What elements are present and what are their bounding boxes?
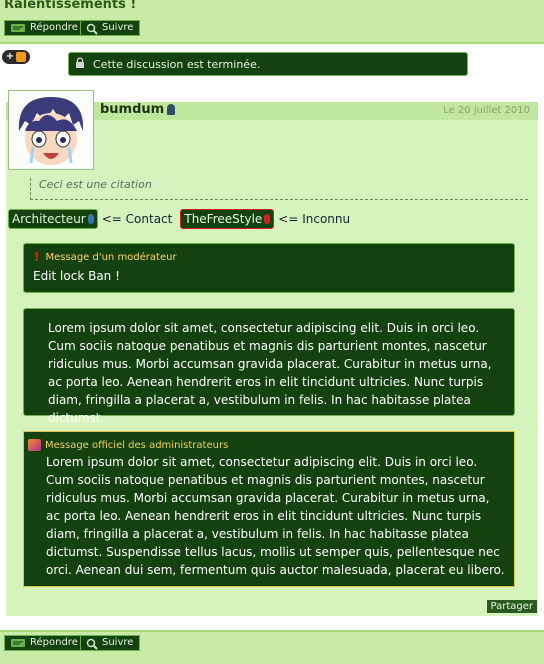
post-author[interactable]: bumdum [100, 102, 176, 117]
admin-title-text: Message officiel des administrateurs [45, 439, 229, 451]
more-options-icon[interactable]: + [2, 50, 30, 64]
moderator-title-text: Message d'un modérateur [45, 251, 177, 263]
reply-button[interactable]: Répondre [4, 20, 85, 36]
reply-button-bottom[interactable]: Répondre [4, 635, 85, 651]
admin-message-title: Message officiel des administrateurs [28, 439, 228, 451]
quote: Ceci est une citation [30, 178, 528, 200]
locked-text: Cette discussion est terminée. [93, 57, 261, 71]
contact-badge-label: Architecteur [12, 212, 86, 226]
magnifier-icon [86, 23, 98, 35]
reply-label: Répondre [30, 637, 78, 648]
locked-notice: Cette discussion est terminée. [68, 52, 468, 76]
username[interactable]: bumdum [100, 102, 164, 117]
admin-message-text: Lorem ipsum dolor sit amet, consectetur … [46, 455, 505, 577]
admin-message: Message officiel des administrateurs Lor… [23, 431, 515, 587]
lock-icon [75, 56, 85, 72]
unknown-legend-text: <= Inconnu [278, 212, 351, 226]
reply-icon [10, 23, 26, 33]
follow-label: Suivre [102, 22, 134, 33]
quoted-text-box: Lorem ipsum dolor sit amet, consectetur … [23, 308, 515, 425]
unknown-badge[interactable]: TheFreeStyle [180, 209, 275, 229]
contact-user-icon [87, 214, 94, 224]
unknown-user-icon [264, 214, 271, 224]
contact-badge[interactable]: Architecteur [8, 209, 98, 229]
reply-icon [10, 638, 26, 648]
follow-label: Suivre [102, 637, 134, 648]
moderator-message-title: ! Message d'un modérateur [34, 250, 177, 264]
reply-label: Répondre [30, 22, 78, 33]
magnifier-icon [86, 638, 98, 650]
follow-button[interactable]: Suivre [80, 20, 141, 36]
post-date: Le 20 juillet 2010 [443, 105, 530, 116]
page-title: Ralentissements ! [4, 0, 137, 12]
moderator-message: ! Message d'un modérateur Edit lock Ban … [23, 243, 515, 293]
moderator-message-text: Edit lock Ban ! [33, 269, 120, 283]
exclamation-icon: ! [34, 250, 40, 264]
quoted-text: Lorem ipsum dolor sit amet, consectetur … [48, 321, 492, 425]
avatar[interactable] [8, 90, 94, 170]
contact-legend: Architecteur <= Contact TheFreeStyle <= … [8, 209, 350, 229]
follow-button-bottom[interactable]: Suivre [80, 635, 141, 651]
unknown-badge-label: TheFreeStyle [184, 212, 263, 226]
contact-legend-text: <= Contact [101, 212, 173, 226]
rss-icon [28, 439, 41, 451]
user-icon [167, 104, 176, 115]
share-button[interactable]: Partager [486, 600, 537, 613]
